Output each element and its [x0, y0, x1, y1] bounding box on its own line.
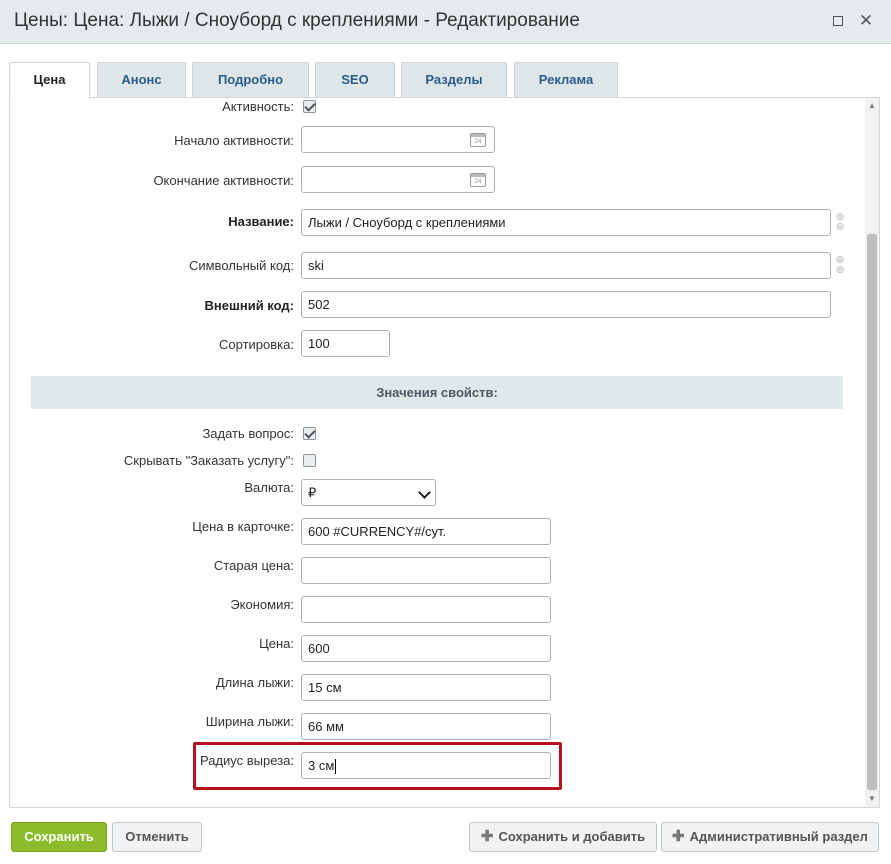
code-label: Символьный код:: [188, 258, 294, 273]
cancel-button[interactable]: Отменить: [112, 822, 202, 852]
scroll-down-icon[interactable]: ▼: [867, 794, 877, 804]
chevron-down-icon: [418, 486, 431, 499]
old-price-input[interactable]: [301, 557, 551, 584]
active-checkbox[interactable]: [303, 100, 316, 113]
tab-announce[interactable]: Анонс: [97, 62, 186, 97]
name-input[interactable]: Лыжи / Сноуборд с креплениями: [301, 209, 831, 236]
admin-section-label: Административный раздел: [689, 829, 868, 844]
scroll-thumb[interactable]: [867, 234, 877, 790]
currency-select[interactable]: ₽: [301, 479, 436, 506]
cut-radius-value: 3 см: [308, 758, 335, 773]
plus-icon: ✚: [480, 828, 494, 845]
scroll-up-icon[interactable]: ▲: [867, 101, 877, 111]
save-and-add-button[interactable]: ✚ Сохранить и добавить: [469, 822, 657, 852]
economy-input[interactable]: [301, 596, 551, 623]
vertical-scrollbar[interactable]: ▲ ▼: [865, 98, 879, 807]
sort-label: Сортировка:: [219, 337, 294, 352]
ask-question-checkbox[interactable]: [303, 427, 316, 440]
window-title: Цены: Цена: Лыжи / Сноуборд с креплениям…: [14, 10, 580, 31]
window-titlebar: Цены: Цена: Лыжи / Сноуборд с креплениям…: [0, 0, 891, 44]
cut-radius-input[interactable]: 3 см: [301, 752, 551, 779]
ski-length-label: Длина лыжи:: [215, 675, 294, 690]
calendar-icon[interactable]: 24: [470, 173, 486, 187]
ski-length-input[interactable]: 15 см: [301, 674, 551, 701]
properties-section-header: Значения свойств:: [31, 376, 843, 409]
end-date-label: Окончание активности:: [153, 173, 294, 188]
active-label: Активность:: [222, 99, 294, 114]
admin-section-button[interactable]: ✚ Административный раздел: [661, 822, 879, 852]
edit-form-panel: ▲ ▼ Активность: Начало активности: 24 Ок…: [9, 97, 880, 808]
calendar-icon[interactable]: 24: [470, 133, 486, 147]
card-price-label: Цена в карточке:: [192, 519, 294, 534]
tab-details[interactable]: Подробно: [192, 62, 309, 97]
ask-question-label: Задать вопрос:: [202, 426, 294, 441]
text-caret: [335, 759, 337, 775]
external-code-label: Внешний код:: [204, 298, 294, 313]
ski-width-input[interactable]: 66 мм: [301, 713, 551, 740]
card-price-input[interactable]: 600 #CURRENCY#/сут.: [301, 518, 551, 545]
translit-link-icon[interactable]: ◎ ◎: [835, 254, 845, 276]
start-date-input[interactable]: [301, 126, 495, 153]
sort-input[interactable]: 100: [301, 330, 390, 357]
tab-seo[interactable]: SEO: [315, 62, 395, 97]
price-input[interactable]: 600: [301, 635, 551, 662]
ski-width-label: Ширина лыжи:: [205, 714, 294, 729]
save-and-add-label: Сохранить и добавить: [498, 829, 646, 844]
economy-label: Экономия:: [230, 597, 294, 612]
save-button[interactable]: Сохранить: [11, 822, 107, 852]
close-button[interactable]: ✕: [857, 12, 875, 30]
currency-selected-value: ₽: [308, 485, 317, 500]
hide-order-label: Скрывать "Заказать услугу":: [123, 453, 294, 468]
translit-link-icon[interactable]: ◎ ◎: [835, 211, 845, 233]
old-price-label: Старая цена:: [213, 558, 294, 573]
price-label: Цена:: [259, 636, 294, 651]
cut-radius-label: Радиус выреза:: [199, 753, 294, 768]
plus-icon: ✚: [672, 828, 685, 845]
start-date-label: Начало активности:: [174, 133, 294, 148]
end-date-input[interactable]: [301, 166, 495, 193]
close-icon: ✕: [858, 11, 874, 30]
maximize-button[interactable]: [829, 12, 847, 30]
tab-sections[interactable]: Разделы: [401, 62, 507, 97]
tab-price[interactable]: Цена: [9, 62, 90, 99]
external-code-input[interactable]: 502: [301, 291, 831, 318]
tab-ads[interactable]: Реклама: [514, 62, 618, 97]
currency-label: Валюта:: [244, 480, 294, 495]
maximize-icon: [833, 16, 843, 26]
name-label: Название:: [228, 214, 294, 229]
code-input[interactable]: ski: [301, 252, 831, 279]
hide-order-checkbox[interactable]: [303, 454, 316, 467]
